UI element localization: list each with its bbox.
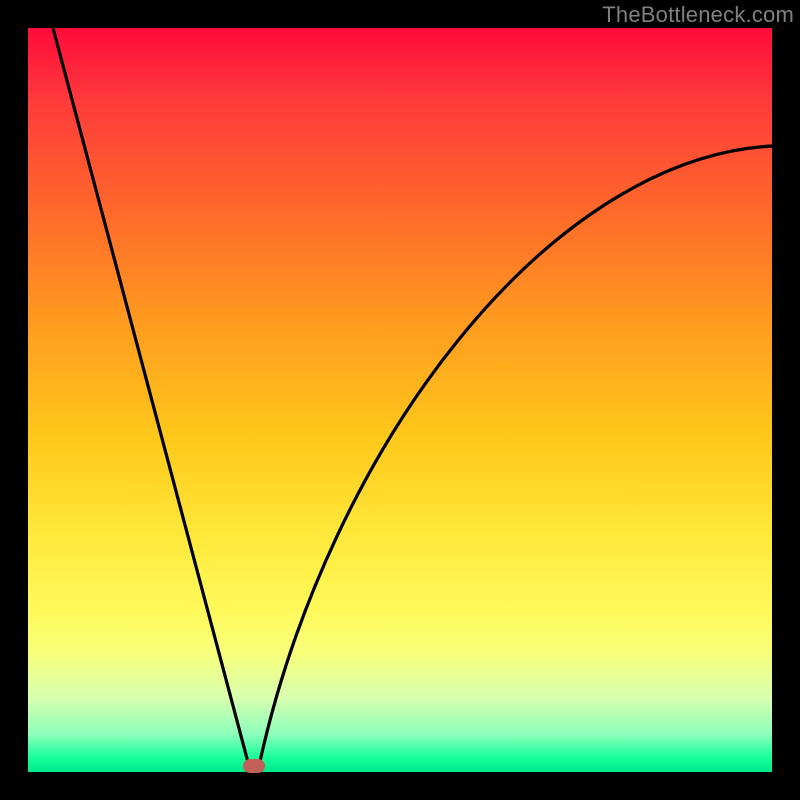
curve-right-branch: [259, 146, 772, 766]
watermark-text: TheBottleneck.com: [602, 2, 794, 28]
plot-area: [28, 28, 772, 772]
bottleneck-curve: [28, 28, 772, 772]
chart-frame: TheBottleneck.com: [0, 0, 800, 800]
curve-left-branch: [53, 28, 249, 766]
minimum-marker: [243, 759, 265, 773]
